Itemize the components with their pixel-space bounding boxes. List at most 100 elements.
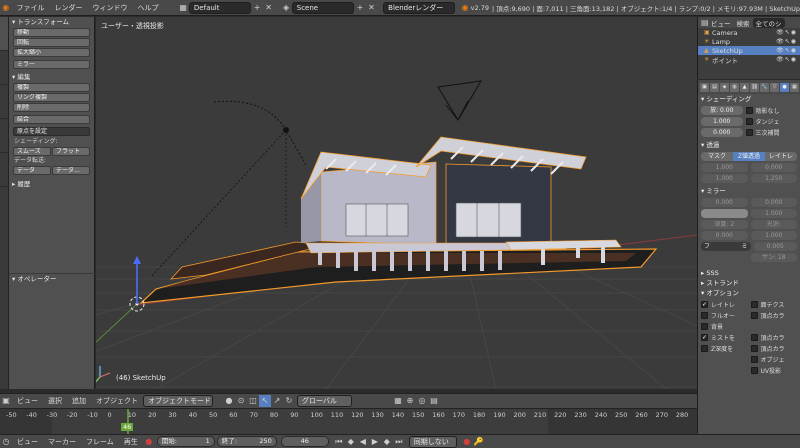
- tab-animation[interactable]: [0, 119, 8, 153]
- outliner-item-camera[interactable]: ▣ Camera 👁↖◉: [698, 28, 800, 37]
- start-frame-field[interactable]: 開始: 1: [156, 436, 215, 447]
- transform-orientation-select[interactable]: グローバル: [297, 395, 352, 407]
- tl-menu-view[interactable]: ビュー: [12, 437, 43, 447]
- delete-button[interactable]: 削除: [13, 103, 90, 112]
- data-tab-icon[interactable]: ▽: [770, 82, 779, 92]
- tl-menu-playback[interactable]: 再生: [119, 437, 143, 447]
- option-checkbox[interactable]: ✓: [701, 333, 708, 341]
- proportional-edit-icon[interactable]: ◎: [416, 395, 428, 407]
- data-transfer-button[interactable]: データ: [13, 166, 51, 175]
- auto-keying-icon[interactable]: ●: [461, 436, 473, 448]
- 3d-viewport[interactable]: ユーザー・透視投影 (46) SketchUp: [96, 17, 697, 389]
- visibility-toggles[interactable]: 👁↖◉: [776, 38, 800, 45]
- operator-panel-header[interactable]: ▾ オペレーター: [9, 274, 95, 284]
- mirror-color-swatch[interactable]: [701, 208, 748, 218]
- layers-tab-icon[interactable]: ▤: [710, 82, 719, 92]
- visibility-toggles[interactable]: 👁↖◉: [776, 56, 800, 63]
- option-checkbox[interactable]: [750, 333, 758, 341]
- mirror-depth-field[interactable]: 深度: 2: [701, 219, 748, 229]
- transform-panel-header[interactable]: ▾ トランスフォーム: [9, 17, 94, 27]
- mirror-button[interactable]: ミラー: [13, 60, 90, 69]
- layer-buttons-icon[interactable]: ▦: [392, 395, 404, 407]
- mirror-gloss-field[interactable]: 光沢:: [750, 219, 797, 229]
- end-frame-field[interactable]: 終了: 250: [216, 436, 277, 447]
- tab-relations[interactable]: [0, 85, 8, 119]
- mirror-threshold-field[interactable]: 0.005: [753, 241, 797, 251]
- mirror-samples-field[interactable]: サン: 18: [750, 252, 797, 262]
- scene-tab-icon[interactable]: ◈: [720, 82, 729, 92]
- duplicate-linked-button[interactable]: リンク複製: [13, 93, 90, 102]
- sss-panel-header[interactable]: ▸ SSS: [698, 268, 800, 278]
- specular-alpha-field[interactable]: 1.000: [701, 173, 748, 183]
- mirror-blend-field[interactable]: 1.000: [750, 208, 797, 218]
- mirror-panel-header[interactable]: ▾ ミラー: [698, 186, 800, 196]
- viewport-shading-icon[interactable]: ●: [223, 395, 235, 407]
- jump-start-icon[interactable]: ⏮: [333, 436, 345, 448]
- manipulator-icon[interactable]: ↖: [259, 395, 271, 407]
- editor-type-icon[interactable]: ▣: [0, 395, 12, 407]
- translate-button[interactable]: 移動: [13, 28, 90, 37]
- outliner-menu-search[interactable]: 検索: [734, 18, 753, 28]
- option-checkbox[interactable]: [750, 311, 758, 319]
- history-panel-header[interactable]: ▸ 履歴: [9, 179, 94, 189]
- sync-mode-select[interactable]: 同期しない: [408, 435, 457, 448]
- tab-tools[interactable]: [0, 17, 8, 51]
- timeline[interactable]: -50 -40 -30 -20 -10 0 10 20 30 40 50 60 70 80 90 100 110…: [0, 408, 697, 434]
- menu-object[interactable]: オブジェクト: [91, 396, 143, 406]
- emit-field[interactable]: 放: 0.00: [701, 105, 743, 115]
- blender-logo-icon[interactable]: ◉: [0, 2, 11, 14]
- ambient-field[interactable]: 1.000: [701, 116, 743, 126]
- set-origin-select[interactable]: 原点を設定: [13, 127, 90, 136]
- edit-panel-header[interactable]: ▾ 編集: [9, 72, 94, 82]
- mirror-max-dist-field[interactable]: 0.000: [701, 230, 748, 240]
- fresnel-field[interactable]: 0.000: [750, 162, 797, 172]
- pivot-point-icon[interactable]: ⊙: [235, 395, 247, 407]
- raytrace-mode-button[interactable]: レイトレ: [765, 151, 797, 161]
- add-screen-icon[interactable]: +: [251, 2, 262, 14]
- object-tab-icon[interactable]: ▲: [740, 82, 749, 92]
- current-frame-marker[interactable]: 46: [121, 423, 134, 431]
- cubic-interpolation-checkbox[interactable]: [745, 128, 753, 136]
- strand-panel-header[interactable]: ▸ ストランド: [698, 278, 800, 288]
- tangent-shading-checkbox[interactable]: [745, 117, 753, 125]
- material-tab-icon[interactable]: ●: [780, 82, 789, 92]
- shading-panel-header[interactable]: ▾ シェーディング: [698, 94, 800, 104]
- add-scene-icon[interactable]: +: [354, 2, 365, 14]
- render-engine-select[interactable]: Blenderレンダー: [383, 1, 456, 14]
- outliner-menu-view[interactable]: ビュー: [708, 18, 734, 28]
- keying-set-icon[interactable]: 🔑: [473, 436, 485, 448]
- tl-menu-frame[interactable]: フレーム: [81, 437, 119, 447]
- render-preview-icon[interactable]: ▤: [428, 395, 440, 407]
- options-panel-header[interactable]: ▾ オプション: [698, 288, 800, 298]
- world-tab-icon[interactable]: ◍: [730, 82, 739, 92]
- tab-create[interactable]: [0, 51, 8, 85]
- option-checkbox[interactable]: [750, 366, 758, 374]
- shade-flat-button[interactable]: フラット: [52, 147, 90, 156]
- visibility-toggles[interactable]: 👁↖◉: [776, 29, 800, 36]
- modifiers-tab-icon[interactable]: 🔧: [760, 82, 769, 92]
- tl-menu-marker[interactable]: マーカー: [43, 437, 81, 447]
- screen-layout-icon[interactable]: ▦: [177, 2, 188, 14]
- outliner-item-point[interactable]: ☀ ポイント 👁↖◉: [698, 55, 800, 65]
- join-button[interactable]: 結合: [13, 115, 90, 124]
- constraints-tab-icon[interactable]: ⛓: [750, 82, 759, 92]
- duplicate-button[interactable]: 複製: [13, 83, 90, 92]
- option-checkbox[interactable]: [750, 355, 758, 363]
- mirror-gloss-value[interactable]: 1.000: [750, 230, 797, 240]
- record-icon[interactable]: ●: [143, 436, 155, 448]
- menu-file[interactable]: ファイル: [11, 3, 49, 13]
- menu-add[interactable]: 追加: [67, 396, 91, 406]
- scene-icon[interactable]: ◈: [280, 2, 291, 14]
- menu-render[interactable]: レンダー: [49, 3, 87, 13]
- alpha-field[interactable]: 1.000: [701, 162, 748, 172]
- scale-button[interactable]: 拡大縮小: [13, 48, 90, 57]
- mirror-fade-select[interactable]: フミ: [701, 241, 751, 251]
- option-checkbox[interactable]: [701, 322, 708, 330]
- jump-end-icon[interactable]: ⏭: [393, 436, 405, 448]
- option-checkbox[interactable]: ✓: [701, 300, 708, 308]
- mask-mode-button[interactable]: マスク: [701, 151, 733, 161]
- visibility-toggles[interactable]: 👁↖◉: [776, 47, 800, 54]
- play-reverse-icon[interactable]: ◀: [357, 436, 369, 448]
- rotate-button[interactable]: 回転: [13, 38, 90, 47]
- menu-select[interactable]: 選択: [43, 396, 67, 406]
